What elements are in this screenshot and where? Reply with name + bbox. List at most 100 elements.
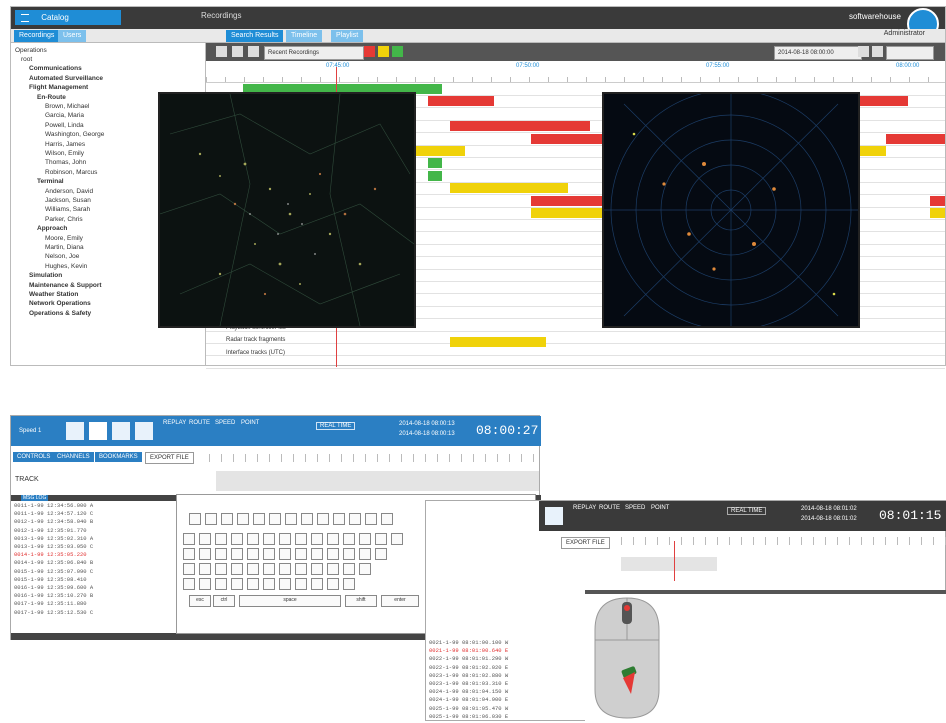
tree-item[interactable]: Automated Surveillance	[29, 75, 103, 82]
keyboard-key[interactable]	[189, 513, 201, 525]
skip-forward-icon[interactable]	[545, 507, 563, 525]
zoom-select[interactable]	[886, 46, 934, 60]
keyboard-key[interactable]	[215, 563, 227, 575]
keyboard-key[interactable]	[295, 563, 307, 575]
keyboard-key[interactable]	[215, 578, 227, 590]
keyboard-key[interactable]	[311, 563, 323, 575]
gantt-bar[interactable]	[449, 121, 591, 132]
gantt-bar[interactable]	[885, 133, 945, 144]
tree-item[interactable]: Martin, Diana	[45, 244, 84, 251]
keyboard-key[interactable]	[311, 548, 323, 560]
stop-icon[interactable]	[112, 422, 130, 440]
gantt-bar[interactable]	[427, 158, 443, 169]
tree-item[interactable]: En-Route	[37, 94, 66, 101]
gantt-bar[interactable]	[427, 170, 443, 181]
gantt-bar[interactable]	[449, 336, 546, 347]
keyboard-key[interactable]	[343, 578, 355, 590]
gantt-bar[interactable]	[930, 195, 945, 206]
tree-root[interactable]: Operations	[15, 47, 47, 54]
grid-icon[interactable]	[248, 46, 259, 57]
speed-select[interactable]: Speed 1	[19, 428, 41, 434]
keyboard-key[interactable]	[327, 578, 339, 590]
subtab-controls[interactable]: CONTROLS	[13, 452, 55, 462]
tree-item[interactable]: Approach	[37, 225, 67, 232]
subtab-bookmarks[interactable]: BOOKMARKS	[95, 452, 142, 462]
keyboard-key[interactable]	[301, 513, 313, 525]
prev-icon[interactable]	[216, 46, 227, 57]
gantt-bar[interactable]	[930, 208, 945, 218]
keyboard-key[interactable]	[375, 548, 387, 560]
keyboard-key[interactable]	[279, 563, 291, 575]
tree-item[interactable]: Harris, James	[45, 141, 85, 148]
gantt-bar[interactable]	[449, 183, 569, 194]
gantt-row[interactable]	[206, 331, 945, 344]
subtab-export-file[interactable]: EXPORT FILE	[561, 537, 610, 549]
keyboard-key[interactable]	[343, 563, 355, 575]
keyboard-key[interactable]	[295, 533, 307, 545]
tab-playlist[interactable]: Playlist	[331, 30, 364, 42]
keyboard-key[interactable]	[199, 563, 211, 575]
keyboard-key[interactable]	[247, 578, 259, 590]
tree-item[interactable]: Simulation	[29, 272, 62, 279]
user-label[interactable]: Administrator	[884, 30, 925, 37]
tree-item[interactable]: Weather Station	[29, 291, 78, 298]
skip-forward-icon[interactable]	[135, 422, 153, 440]
tree-item[interactable]: Communications	[29, 65, 82, 72]
tree-item[interactable]: Hughes, Kevin	[45, 263, 87, 270]
playhead-marker[interactable]	[674, 541, 675, 581]
keyboard-key[interactable]	[263, 578, 275, 590]
tree-item[interactable]: Robinson, Marcus	[45, 169, 97, 176]
green-filter-icon[interactable]	[392, 46, 403, 57]
keyboard-key[interactable]	[285, 513, 297, 525]
keyboard-key[interactable]	[183, 548, 195, 560]
tree-item[interactable]: Terminal	[37, 178, 64, 185]
home-icon[interactable]	[107, 10, 121, 25]
zoom-out-icon[interactable]	[858, 46, 869, 57]
keyboard-key[interactable]	[317, 513, 329, 525]
tree-item[interactable]: Maintenance & Support	[29, 282, 102, 289]
tab-search-results[interactable]: Search Results	[226, 30, 284, 42]
keyboard-key[interactable]	[359, 533, 371, 545]
keyboard-key[interactable]	[295, 578, 307, 590]
keyboard-key[interactable]	[263, 563, 275, 575]
keyboard-key[interactable]	[231, 533, 243, 545]
keyboard-key[interactable]	[375, 533, 387, 545]
keyboard-key[interactable]	[327, 533, 339, 545]
keyboard-key[interactable]	[333, 513, 345, 525]
tree-item[interactable]: Anderson, David	[45, 188, 93, 195]
keyboard-key[interactable]	[263, 533, 275, 545]
keyboard-key[interactable]	[349, 513, 361, 525]
tree-item[interactable]: Wilson, Emily	[45, 150, 84, 157]
tree-item[interactable]: Garcia, Maria	[45, 112, 84, 119]
keyboard-key[interactable]	[279, 548, 291, 560]
tree-item[interactable]: root	[21, 56, 32, 63]
keyboard-key[interactable]	[183, 578, 195, 590]
keyboard-key[interactable]	[381, 513, 393, 525]
play-icon[interactable]	[232, 46, 243, 57]
keyboard-key[interactable]	[359, 548, 371, 560]
subtab-export-file[interactable]: EXPORT FILE	[145, 452, 194, 464]
tree-item[interactable]: Parker, Chris	[45, 216, 83, 223]
pause-icon[interactable]	[89, 422, 107, 440]
tree-item[interactable]: Jackson, Susan	[45, 197, 91, 204]
gantt-row[interactable]	[206, 356, 945, 369]
tab-recordings[interactable]: Recordings	[14, 30, 60, 42]
catalog-menu-button[interactable]: Catalog	[15, 10, 111, 25]
keyboard-key[interactable]	[215, 533, 227, 545]
mode-indicator[interactable]: REAL TIME	[316, 422, 356, 430]
tree-item[interactable]: Nelson, Joe	[45, 253, 79, 260]
key-enter[interactable]: enter	[381, 595, 419, 607]
keyboard-key[interactable]	[253, 513, 265, 525]
keyboard-key[interactable]	[215, 548, 227, 560]
key-esc[interactable]: esc	[189, 595, 211, 607]
channel-track[interactable]	[621, 557, 717, 571]
key-ctrl[interactable]: ctrl	[213, 595, 235, 607]
tree-item[interactable]: Thomas, John	[45, 159, 86, 166]
keyboard-key[interactable]	[199, 548, 211, 560]
tab-users[interactable]: Users	[58, 30, 87, 42]
tree-item[interactable]: Operations & Safety	[29, 310, 91, 317]
keyboard-key[interactable]	[231, 563, 243, 575]
keyboard-key[interactable]	[295, 548, 307, 560]
gantt-bar[interactable]	[427, 96, 495, 107]
keyboard-key[interactable]	[359, 563, 371, 575]
